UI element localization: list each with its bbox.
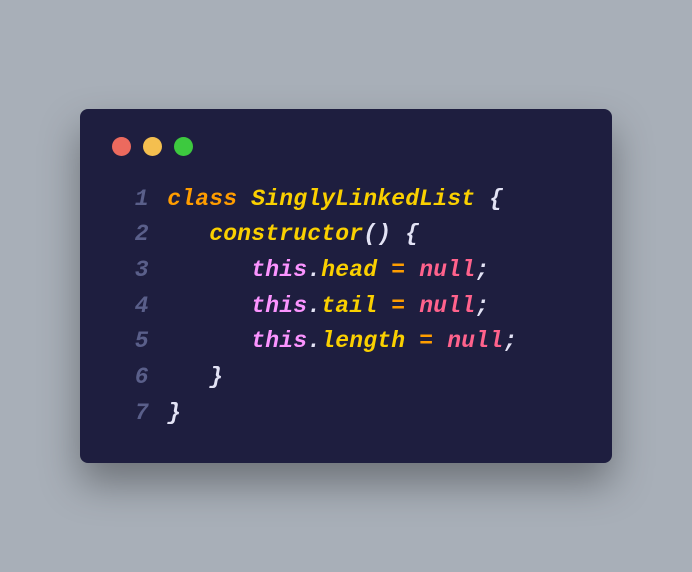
token-property: head	[321, 257, 377, 283]
token-brace: }	[167, 400, 181, 426]
token-brace: }	[209, 364, 223, 390]
line-number: 6	[112, 360, 149, 396]
code-editor: 1 class SinglyLinkedList { 2 constructor(…	[112, 182, 580, 431]
token-this: this	[251, 257, 307, 283]
token-semi: ;	[475, 293, 489, 319]
line-number: 1	[112, 182, 149, 218]
line-number: 5	[112, 324, 149, 360]
token-null: null	[419, 293, 475, 319]
code-line: 5 this.length = null;	[112, 324, 580, 360]
close-icon[interactable]	[112, 137, 131, 156]
token-operator: =	[419, 328, 433, 354]
token-constructor: constructor	[209, 221, 363, 247]
token-brace: {	[405, 221, 419, 247]
zoom-icon[interactable]	[174, 137, 193, 156]
token-operator: =	[391, 257, 405, 283]
token-paren: )	[377, 221, 391, 247]
code-line: 2 constructor() {	[112, 217, 580, 253]
token-property: length	[321, 328, 405, 354]
token-null: null	[419, 257, 475, 283]
code-window: 1 class SinglyLinkedList { 2 constructor(…	[80, 109, 612, 463]
token-this: this	[251, 293, 307, 319]
code-line: 4 this.tail = null;	[112, 289, 580, 325]
code-line: 7}	[112, 396, 580, 432]
line-number: 3	[112, 253, 149, 289]
line-number: 2	[112, 217, 149, 253]
token-operator: =	[391, 293, 405, 319]
token-property: tail	[321, 293, 377, 319]
token-null: null	[447, 328, 503, 354]
minimize-icon[interactable]	[143, 137, 162, 156]
token-classname: SinglyLinkedList	[251, 186, 475, 212]
token-semi: ;	[475, 257, 489, 283]
token-dot: .	[307, 328, 321, 354]
line-number: 7	[112, 396, 149, 432]
token-keyword: class	[167, 186, 237, 212]
token-this: this	[251, 328, 307, 354]
window-titlebar	[112, 137, 580, 156]
token-brace: {	[489, 186, 503, 212]
token-dot: .	[307, 293, 321, 319]
code-line: 1 class SinglyLinkedList {	[112, 182, 580, 218]
code-line: 3 this.head = null;	[112, 253, 580, 289]
line-number: 4	[112, 289, 149, 325]
code-line: 6 }	[112, 360, 580, 396]
token-paren: (	[363, 221, 377, 247]
token-semi: ;	[503, 328, 517, 354]
token-dot: .	[307, 257, 321, 283]
